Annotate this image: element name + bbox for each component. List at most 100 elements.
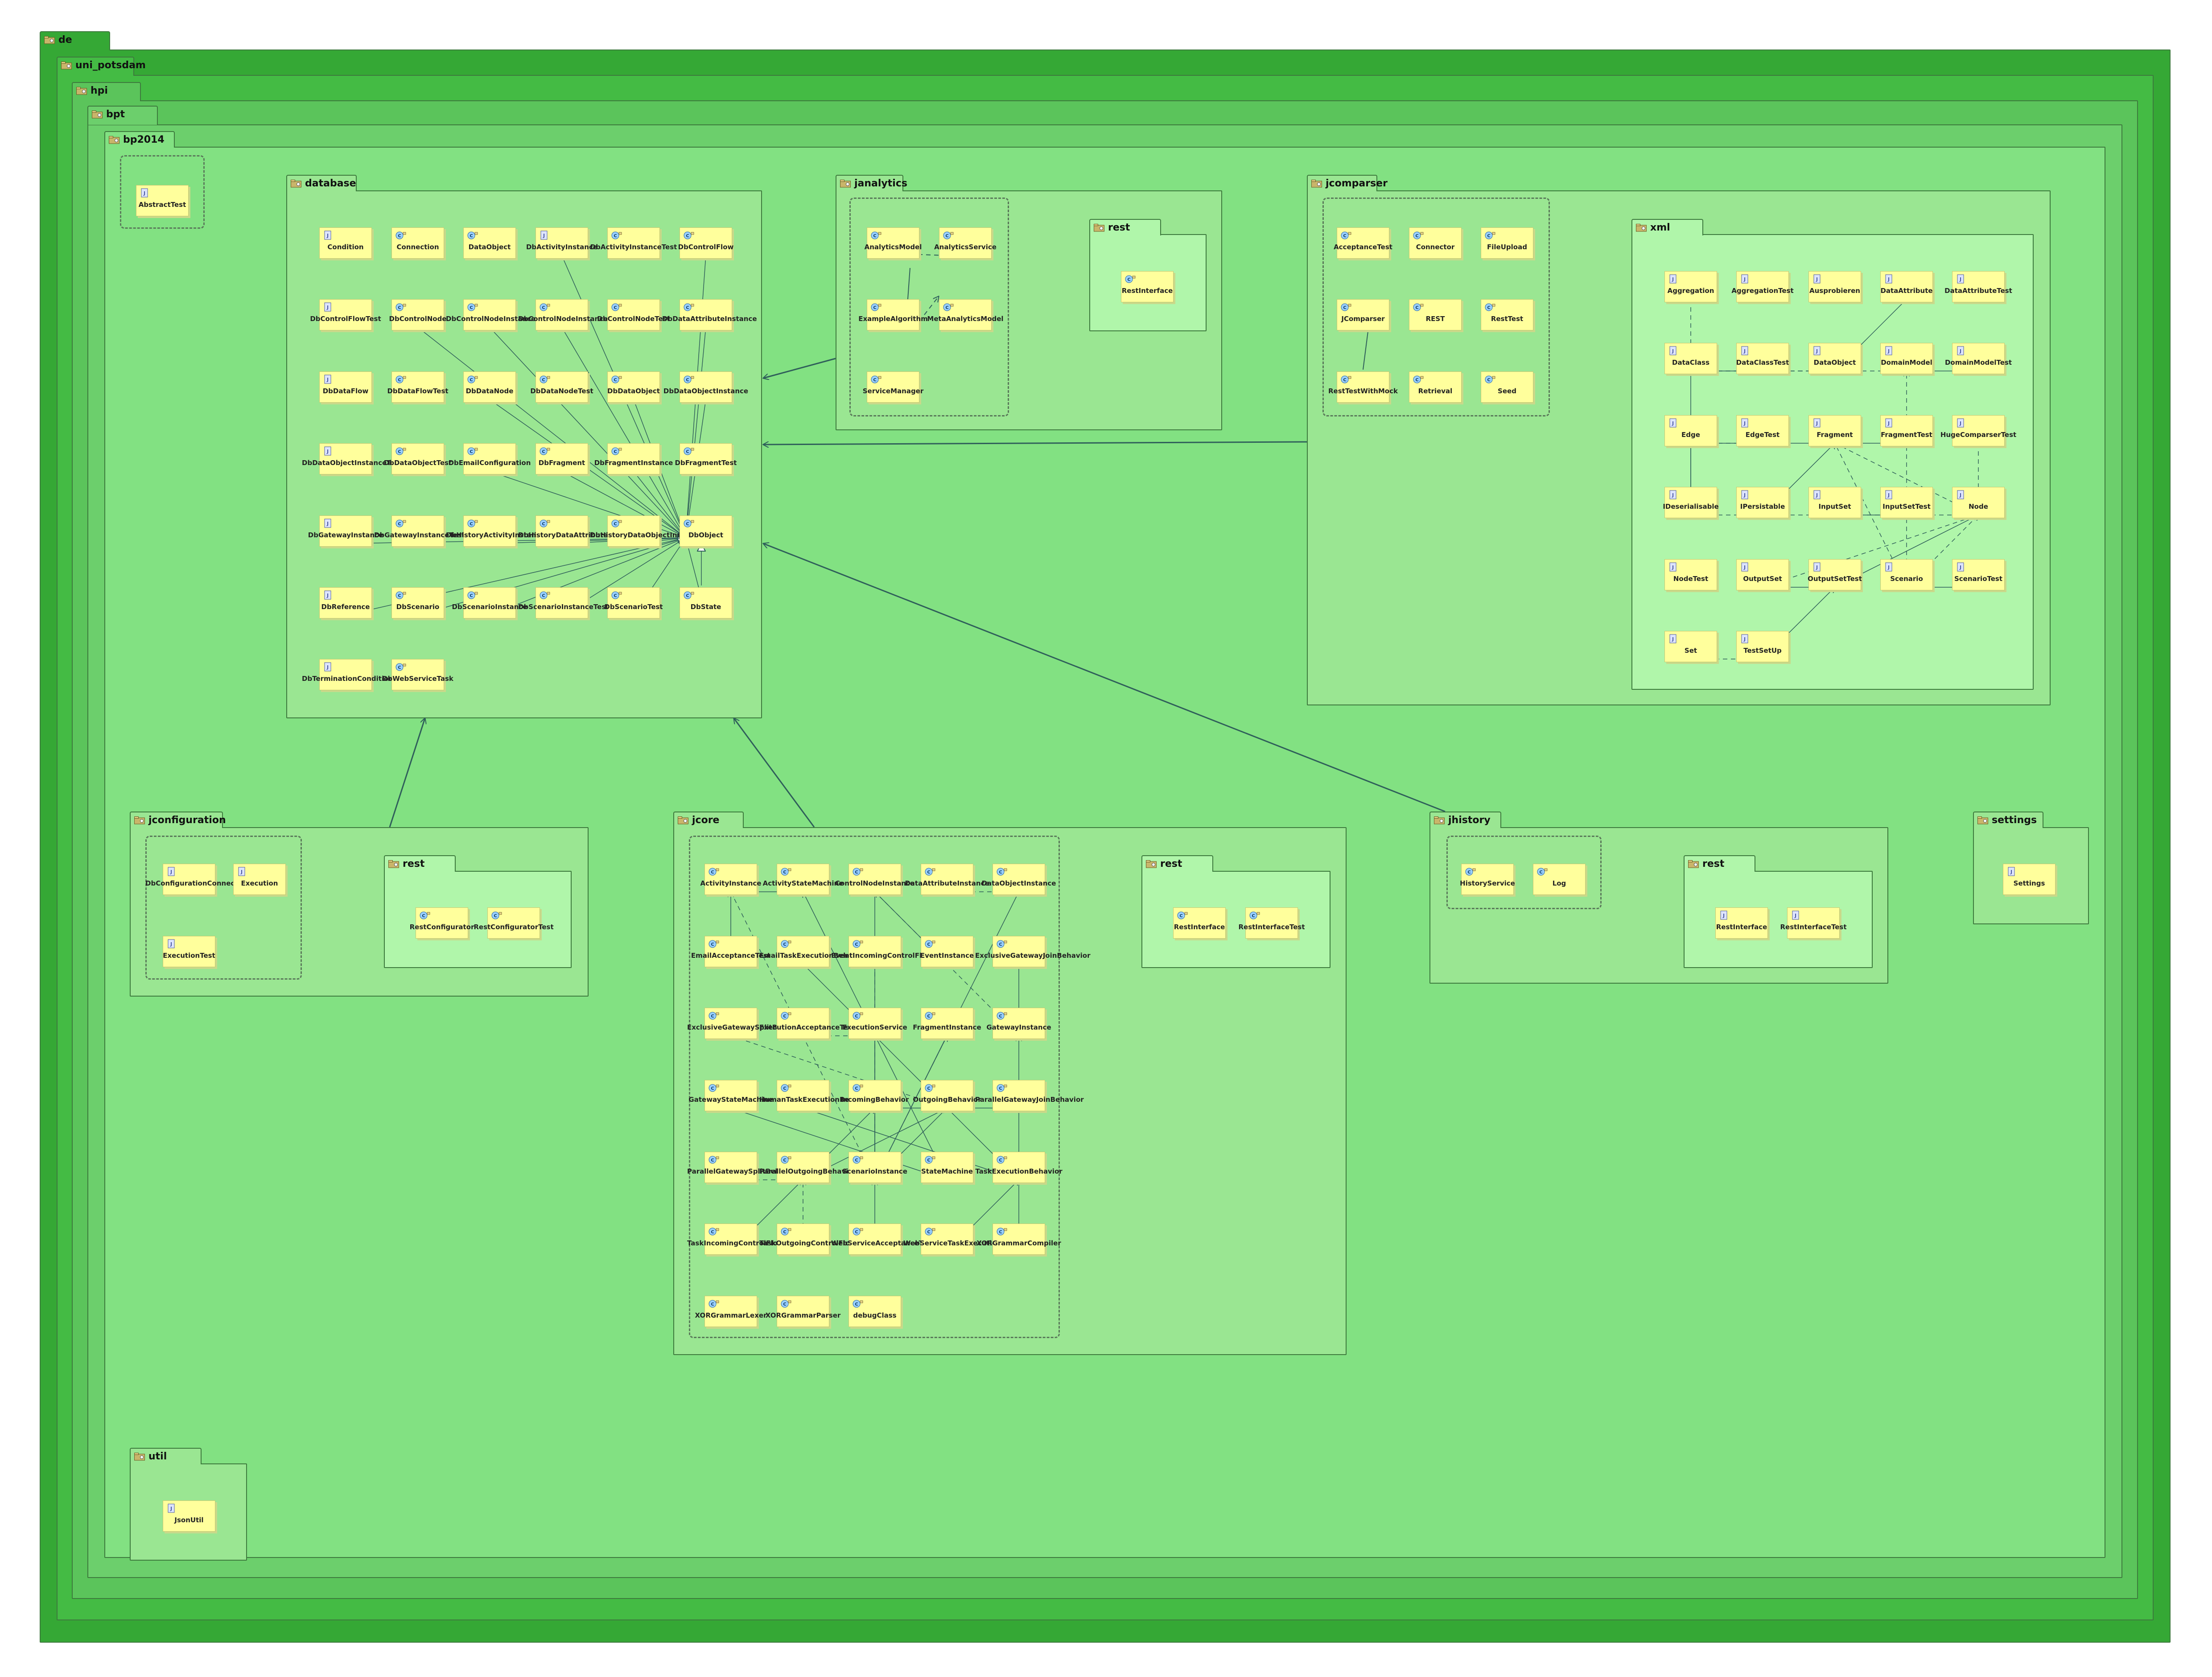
- class-db-dbactivityinstance[interactable]: J DbActivityInstance: [526, 227, 597, 259]
- class-db-dbdataobjectinstance[interactable]: C DbDataObjectInstance: [663, 371, 748, 403]
- class-jc-resttest[interactable]: C RestTest: [1481, 299, 1533, 330]
- class-co-xorgrammarparser[interactable]: C XORGrammarParser: [766, 1296, 840, 1327]
- class-db-connection[interactable]: C Connection: [391, 227, 444, 259]
- class-co-xorgrammarlexer[interactable]: C XORGrammarLexer: [695, 1296, 766, 1327]
- class-db-dbscenariotest[interactable]: C DbScenarioTest: [604, 587, 663, 618]
- class-db-dbobject[interactable]: C DbObject: [680, 515, 732, 547]
- class-x-testsetup[interactable]: J TestSetUp: [1736, 631, 1789, 662]
- class-jc-retrieval[interactable]: C Retrieval: [1409, 371, 1462, 403]
- class-db-dbfragmentinstance[interactable]: C DbFragmentInstance: [594, 443, 673, 474]
- class-ut-jsonutil[interactable]: J JsonUtil: [163, 1500, 215, 1532]
- class-db-dbcontrolnodeinstance[interactable]: C DbControlNodeInstance: [446, 299, 535, 330]
- class-x-domainmodeltest[interactable]: J DomainModelTest: [1945, 343, 2012, 374]
- class-co-restinterfacetest[interactable]: C RestInterfaceTest: [1238, 907, 1305, 939]
- class-co-webserviceacceptancetest[interactable]: C WebServiceAcceptanceTest: [831, 1224, 934, 1255]
- class-co-activitystatemachine[interactable]: C ActivityStateMachine: [763, 864, 843, 895]
- class-co-taskoutgoingcontrolflowbehavior[interactable]: C TaskOutgoingControlFlowBehavior: [759, 1224, 890, 1255]
- class-x-dataobject[interactable]: J DataObject: [1808, 343, 1861, 374]
- class-x-edge[interactable]: J Edge: [1664, 415, 1717, 446]
- class-co-gatewayinstance[interactable]: C GatewayInstance: [986, 1008, 1051, 1039]
- class-co-xorgrammarcompiler[interactable]: C XORGrammarCompiler: [976, 1224, 1061, 1255]
- class-db-dbdatanodetest[interactable]: C DbDataNodeTest: [530, 371, 593, 403]
- class-co-eventincomingcontrolflowbehavior[interactable]: C EventIncomingControlFlowBehavior: [831, 936, 966, 967]
- class-co-debugclass[interactable]: CdebugClass: [849, 1296, 901, 1327]
- class-an-restinterface[interactable]: C RestInterface: [1121, 271, 1174, 302]
- class-jc-fileupload[interactable]: C FileUpload: [1481, 227, 1533, 259]
- class-an-servicemanager[interactable]: C ServiceManager: [863, 371, 923, 403]
- class-db-dbscenarioinstancetest[interactable]: C DbScenarioInstanceTest: [518, 587, 609, 618]
- class-x-set[interactable]: J Set: [1664, 631, 1717, 662]
- class-db-dbcontrolflowtest[interactable]: J DbControlFlowTest: [310, 299, 381, 330]
- class-x-scenariotest[interactable]: J ScenarioTest: [1952, 559, 2005, 590]
- class-co-exclusivegatewaysplitbehavior[interactable]: C ExclusiveGatewaySplitBehavior: [687, 1008, 806, 1039]
- class-db-dbactivityinstancetest[interactable]: C DbActivityInstanceTest: [590, 227, 677, 259]
- class-co-gatewaystatemachine[interactable]: C GatewayStateMachine: [688, 1080, 773, 1111]
- class-st-settings[interactable]: J Settings: [2003, 864, 2055, 895]
- class-x-node[interactable]: J Node: [1952, 487, 2005, 518]
- class-db-dbdataobjecttest[interactable]: C DbDataObjectTest: [384, 443, 452, 474]
- class-an-metaanalyticsmodel[interactable]: C MetaAnalyticsModel: [927, 299, 1004, 330]
- class-x-aggregation[interactable]: J Aggregation: [1664, 271, 1717, 302]
- class-cf-executiontest[interactable]: J ExecutionTest: [163, 936, 215, 967]
- class-db-dbreference[interactable]: J DbReference: [319, 587, 372, 618]
- class-jc-connector[interactable]: C Connector: [1409, 227, 1462, 259]
- class-x-edgetest[interactable]: J EdgeTest: [1736, 415, 1789, 446]
- class-abstracttest[interactable]: J AbstractTest: [136, 185, 189, 216]
- class-cf-dbconfigurationconnection[interactable]: J DbConfigurationConnection: [145, 864, 250, 895]
- class-co-webservicetaskexecutionbehavior[interactable]: C WebServiceTaskExecutionBehavior: [903, 1224, 1035, 1255]
- class-db-dbgatewayinstance[interactable]: J DbGatewayInstance: [308, 515, 383, 547]
- class-db-dbcontrolnodeinstancetest[interactable]: C DbControlNodeInstanceTest: [518, 299, 623, 330]
- class-db-dbemailconfiguration[interactable]: C DbEmailConfiguration: [449, 443, 531, 474]
- class-x-outputsettest[interactable]: J OutputSetTest: [1808, 559, 1862, 590]
- class-co-dataattributeinstance[interactable]: C DataAttributeInstance: [905, 864, 989, 895]
- class-co-executionservice[interactable]: C ExecutionService: [842, 1008, 907, 1039]
- class-co-exclusivegatewayjoinbehavior[interactable]: C ExclusiveGatewayJoinBehavior: [975, 936, 1090, 967]
- class-co-restinterface[interactable]: C RestInterface: [1173, 907, 1226, 939]
- class-cf-restconfigurator[interactable]: C RestConfigurator: [410, 907, 474, 939]
- class-db-dbterminationcondition[interactable]: J DbTerminationCondition: [302, 659, 393, 690]
- class-cf-restconfiguratortest[interactable]: C RestConfiguratorTest: [474, 907, 554, 939]
- class-x-fragment[interactable]: J Fragment: [1808, 415, 1861, 446]
- class-co-executionacceptancetest[interactable]: C ExecutionAcceptanceTest: [759, 1008, 855, 1039]
- class-db-dbdataattributeinstance[interactable]: C DbDataAttributeInstance: [662, 299, 757, 330]
- class-x-ideserialisable[interactable]: J IDeserialisable: [1663, 487, 1719, 518]
- class-co-emailacceptancetest[interactable]: C EmailAcceptanceTest: [691, 936, 770, 967]
- class-an-examplealgorithm[interactable]: C ExampleAlgorithm: [858, 299, 928, 330]
- class-db-dbcontrolflow[interactable]: C DbControlFlow: [678, 227, 733, 259]
- class-x-domainmodel[interactable]: J DomainModel: [1880, 343, 1933, 374]
- class-db-dataobject[interactable]: C DataObject: [463, 227, 516, 259]
- class-co-taskincomingcontrolflowbehavior[interactable]: C TaskIncomingControlFlowBehavior: [687, 1224, 817, 1255]
- class-an-analyticsservice[interactable]: C AnalyticsService: [934, 227, 997, 259]
- class-x-ausprobieren[interactable]: J Ausprobieren: [1808, 271, 1861, 302]
- class-x-outputset[interactable]: J OutputSet: [1736, 559, 1789, 590]
- class-x-aggregationtest[interactable]: J AggregationTest: [1731, 271, 1794, 302]
- class-hi-log[interactable]: C Log: [1533, 864, 1586, 895]
- class-x-inputsettest[interactable]: J InputSetTest: [1880, 487, 1933, 518]
- class-co-outgoingbehavior[interactable]: C OutgoingBehavior: [913, 1080, 981, 1111]
- class-db-dbhistorydataobjectinstance[interactable]: C DbHistoryDataObjectInstance: [590, 515, 702, 547]
- class-cf-execution[interactable]: J Execution: [233, 864, 286, 895]
- class-db-dbdataobject[interactable]: C DbDataObject: [607, 371, 660, 403]
- class-x-dataattribute[interactable]: J DataAttribute: [1880, 271, 1933, 302]
- class-db-dbstate[interactable]: C DbState: [680, 587, 732, 618]
- class-co-humantaskexecutionbehavior[interactable]: C HumanTaskExecutionBehavior: [759, 1080, 873, 1111]
- class-hi-restinterfacetest[interactable]: J RestInterfaceTest: [1780, 907, 1847, 939]
- class-db-dbdataflow[interactable]: J DbDataFlow: [319, 371, 372, 403]
- class-co-emailtaskexecutionbehavior[interactable]: C EmailTaskExecutionBehavior: [759, 936, 867, 967]
- class-x-scenario[interactable]: J Scenario: [1880, 559, 1933, 590]
- class-x-hugecomparsertest[interactable]: J HugeComparserTest: [1940, 415, 2016, 446]
- class-co-eventinstance[interactable]: C EventInstance: [920, 936, 974, 967]
- class-jc-jcomparser[interactable]: C JComparser: [1337, 299, 1389, 330]
- class-co-dataobjectinstance[interactable]: C DataObjectInstance: [982, 864, 1056, 895]
- class-db-dbcontrolnodetest[interactable]: C DbControlNodeTest: [597, 299, 670, 330]
- class-x-dataclass[interactable]: J DataClass: [1664, 343, 1717, 374]
- class-x-dataattributetest[interactable]: J DataAttributeTest: [1944, 271, 2012, 302]
- class-co-fragmentinstance[interactable]: C FragmentInstance: [913, 1008, 981, 1039]
- class-db-dbscenarioinstance[interactable]: C DbScenarioInstance: [452, 587, 527, 618]
- class-x-nodetest[interactable]: J NodeTest: [1664, 559, 1717, 590]
- class-x-ipersistable[interactable]: J IPersistable: [1736, 487, 1789, 518]
- class-co-parallelgatewaysplitbehavior[interactable]: C ParallelGatewaySplitBehavior: [687, 1152, 799, 1183]
- class-co-paralleloutgoingbehavior[interactable]: C ParallelOutgoingBehavior: [759, 1152, 856, 1183]
- class-x-inputset[interactable]: J InputSet: [1808, 487, 1861, 518]
- class-co-scenarioinstance[interactable]: C ScenarioInstance: [842, 1152, 907, 1183]
